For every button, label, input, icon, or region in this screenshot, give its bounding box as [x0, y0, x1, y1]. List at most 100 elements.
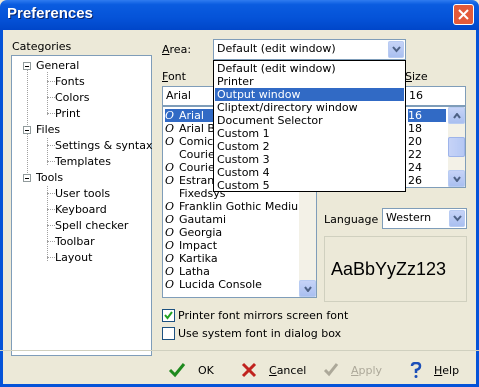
x-icon [241, 362, 257, 378]
window-title: Preferences [7, 5, 93, 22]
system-font-label[interactable]: Use system font in dialog box [178, 327, 341, 340]
truetype-icon: O [165, 161, 175, 174]
chevron-up-icon [453, 113, 461, 119]
collapse-icon[interactable] [23, 126, 31, 134]
area-option[interactable]: Output window [215, 88, 404, 101]
close-icon [458, 9, 469, 20]
tree-item-print[interactable]: Print [55, 107, 80, 120]
truetype-icon: O [165, 226, 175, 239]
size-list-item[interactable]: 26 [408, 174, 422, 187]
checkmark-icon [164, 311, 173, 320]
ok-button[interactable]: OK [168, 358, 214, 382]
apply-button[interactable]: Apply [323, 358, 382, 382]
area-select[interactable]: Default (edit window) [213, 39, 406, 60]
preview-text: AaBbYyZz123 [331, 259, 447, 279]
size-list-item[interactable]: 16 [408, 109, 446, 122]
size-field[interactable]: 16 [405, 86, 466, 106]
tree-item-user-tools[interactable]: User tools [55, 187, 110, 200]
printer-mirrors-label[interactable]: Printer font mirrors screen font [178, 309, 348, 322]
printer-mirrors-checkbox[interactable] [162, 309, 175, 322]
size-list-item[interactable]: 18 [408, 122, 422, 135]
tree-node-general[interactable]: General [36, 59, 79, 72]
cancel-label: Cancel [269, 363, 307, 377]
language-value: Western [386, 211, 432, 224]
size-list-item[interactable]: 20 [408, 135, 422, 148]
apply-label: Apply [351, 363, 383, 377]
categories-tree[interactable]: General Fonts Colors Print Files Setting… [11, 55, 152, 356]
truetype-icon: O [165, 109, 175, 122]
font-list-item[interactable]: O Arial [165, 109, 215, 122]
area-dropdown-list[interactable]: Default (edit window) Printer Output win… [213, 60, 406, 192]
title-bar[interactable]: Preferences [0, 0, 479, 30]
area-option[interactable]: Custom 2 [215, 140, 404, 153]
font-list-item[interactable]: O Lucida Console [165, 278, 262, 291]
font-preview: AaBbYyZz123 [324, 236, 467, 302]
tree-item-spell-checker[interactable]: Spell checker [55, 219, 128, 232]
truetype-icon: O [165, 174, 175, 187]
area-option[interactable]: Cliptext/directory window [215, 101, 404, 114]
truetype-icon: O [165, 252, 175, 265]
size-list-item[interactable]: 22 [408, 148, 422, 161]
font-list-item[interactable]: O Gautami [165, 213, 226, 226]
scroll-up-button[interactable] [448, 107, 465, 124]
font-list-item[interactable]: O Estran [165, 174, 214, 187]
close-button[interactable] [453, 4, 474, 25]
font-list-item[interactable]: O Georgia [165, 226, 222, 239]
tree-item-toolbar[interactable]: Toolbar [55, 235, 95, 248]
area-option[interactable]: Custom 1 [215, 127, 404, 140]
ok-label: OK [198, 363, 214, 377]
collapse-icon[interactable] [23, 174, 31, 182]
checkmark-icon [323, 363, 339, 377]
scroll-down-button[interactable] [299, 280, 316, 297]
font-list-item[interactable]: O Arial Bl [165, 122, 218, 135]
area-option[interactable]: Default (edit window) [215, 62, 404, 75]
area-option[interactable]: Custom 5 [215, 179, 404, 192]
tree-item-colors[interactable]: Colors [55, 91, 89, 104]
font-list-item[interactable]: Courie [165, 148, 215, 161]
size-list-scrollbar[interactable] [448, 107, 465, 187]
categories-label: Categories [12, 40, 72, 53]
help-button[interactable]: Help [410, 358, 459, 382]
area-option[interactable]: Document Selector [215, 114, 404, 127]
font-list-item[interactable]: O Impact [165, 239, 217, 252]
area-option[interactable]: Custom 4 [215, 166, 404, 179]
truetype-icon: O [165, 239, 175, 252]
font-list-item[interactable]: O Courie [165, 161, 215, 174]
chevron-down-icon [304, 286, 312, 292]
area-option[interactable]: Printer [215, 75, 404, 88]
font-list-item[interactable]: O Kartika [165, 252, 218, 265]
size-value: 16 [409, 89, 423, 102]
question-mark-icon [410, 362, 422, 378]
collapse-icon[interactable] [23, 62, 31, 70]
tree-item-fonts[interactable]: Fonts [55, 75, 85, 88]
size-list[interactable]: 16 18 20 22 24 26 [405, 106, 466, 188]
truetype-icon: O [165, 200, 175, 213]
font-list-item[interactable]: O Latha [165, 265, 210, 278]
language-dropdown-button[interactable] [449, 210, 465, 227]
chevron-down-icon [453, 176, 461, 182]
language-label: Language : [324, 213, 386, 226]
truetype-icon: O [165, 265, 175, 278]
tree-node-files[interactable]: Files [36, 123, 60, 136]
area-dropdown-button[interactable] [388, 41, 404, 58]
help-label: Help [434, 363, 460, 377]
scroll-thumb[interactable] [448, 137, 465, 157]
area-option[interactable]: Custom 3 [215, 153, 404, 166]
tree-item-keyboard[interactable]: Keyboard [55, 203, 107, 216]
scroll-down-button[interactable] [448, 170, 465, 187]
tree-item-settings-syntax[interactable]: Settings & syntax [55, 139, 152, 152]
tree-node-tools[interactable]: Tools [36, 171, 63, 184]
font-label: Font [162, 70, 186, 83]
font-list-item[interactable]: O Franklin Gothic Medium [165, 200, 309, 213]
chevron-down-icon [392, 46, 401, 53]
truetype-icon: O [165, 135, 175, 148]
tree-item-layout[interactable]: Layout [55, 251, 92, 264]
truetype-icon: O [165, 278, 175, 291]
area-select-value: Default (edit window) [217, 42, 336, 55]
cancel-button[interactable]: Cancel [241, 358, 306, 382]
system-font-checkbox[interactable] [162, 327, 175, 340]
size-list-item[interactable]: 24 [408, 161, 422, 174]
tree-item-templates[interactable]: Templates [55, 155, 111, 168]
language-select[interactable]: Western [382, 208, 467, 229]
truetype-icon: O [165, 122, 175, 135]
